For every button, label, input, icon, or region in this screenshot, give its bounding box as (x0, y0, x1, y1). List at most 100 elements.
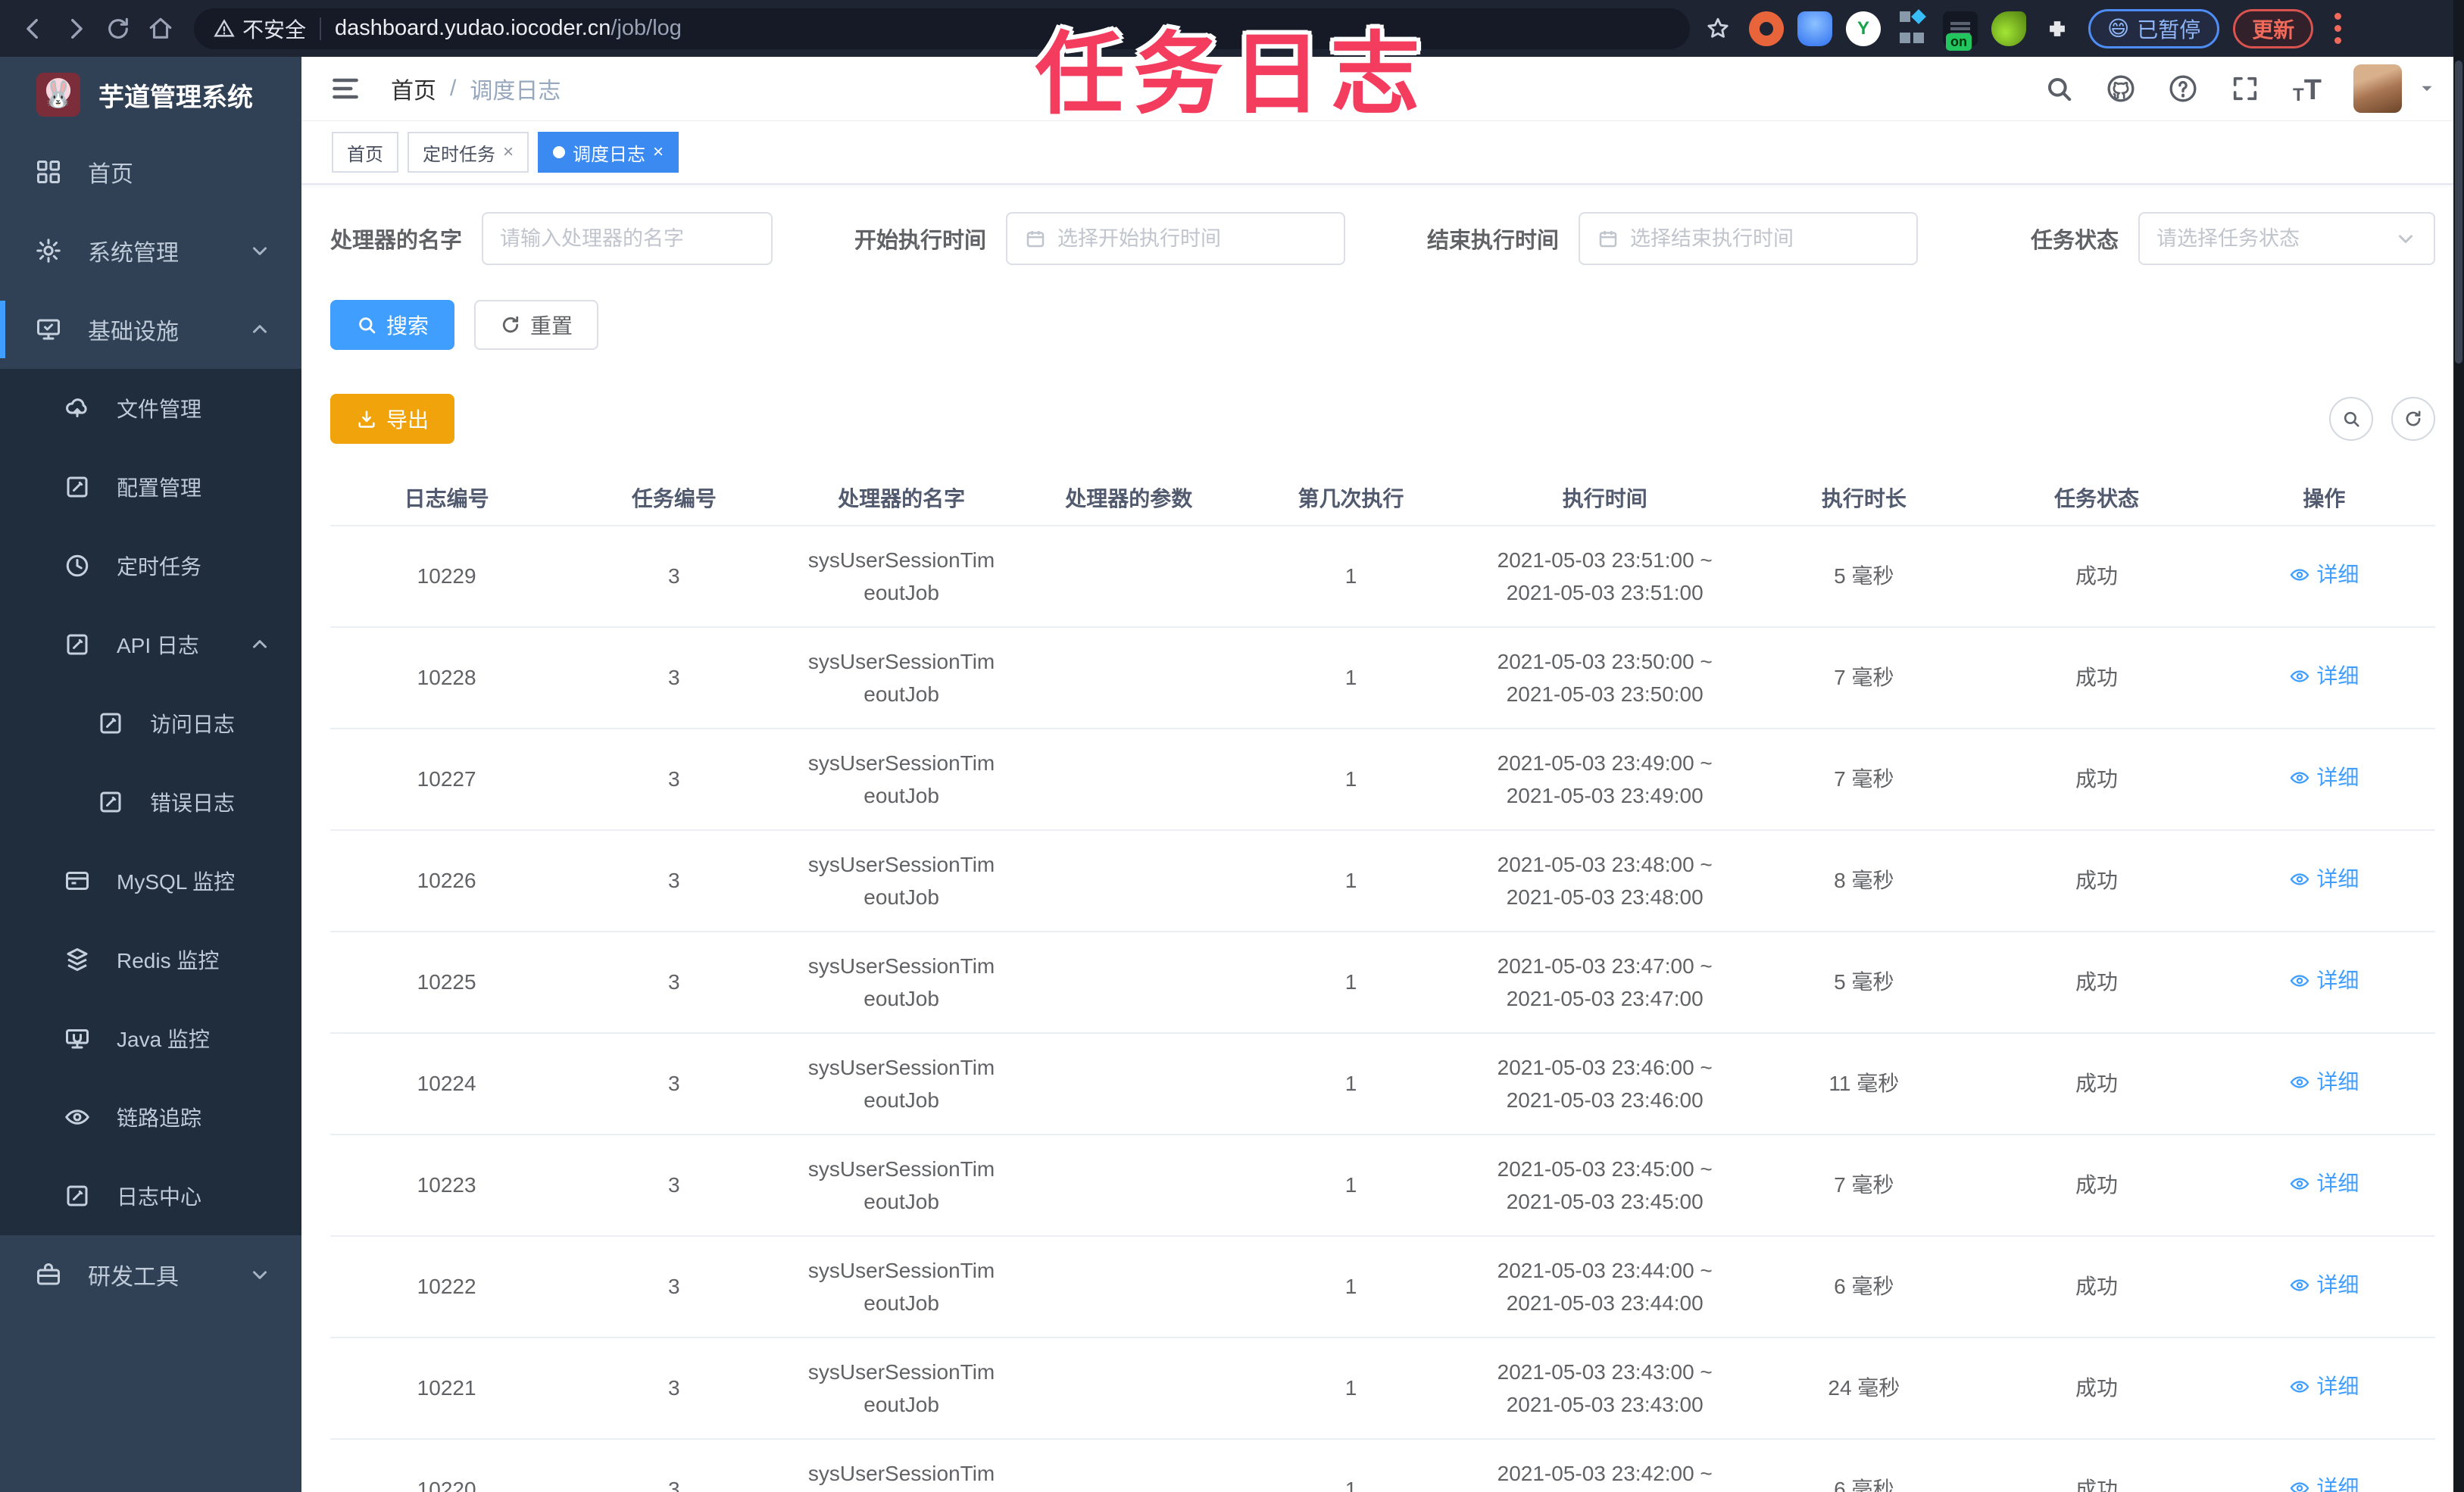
cell-param (1017, 1135, 1240, 1237)
extension-grid-icon[interactable] (1894, 8, 1929, 46)
browser-scrollbar[interactable] (2453, 0, 2464, 1492)
detail-link[interactable]: 详细 (2289, 1066, 2359, 1098)
sidebar-menu-item[interactable]: 访问日志 (0, 684, 301, 763)
cell-duration: 6 毫秒 (1747, 1439, 1981, 1492)
breadcrumb-home[interactable]: 首页 (391, 72, 436, 105)
scrollbar-thumb[interactable] (2455, 61, 2462, 364)
browser-back-button[interactable] (12, 8, 55, 50)
cell-exec-time: 2021-05-03 23:42:00 ~2021-05-03 23:42:00 (1462, 1439, 1748, 1492)
sidebar-menu-item[interactable]: 首页 (0, 133, 301, 211)
detail-link[interactable]: 详细 (2289, 1167, 2359, 1200)
refresh-table-button[interactable] (2391, 397, 2435, 441)
sidebar-menu-item[interactable]: 链路追踪 (0, 1078, 301, 1156)
address-bar[interactable]: 不安全 dashboard.yudao.iocoder.cn /job/log (194, 8, 1690, 49)
cell-log-id: 10224 (330, 1033, 564, 1135)
extension-adblock-icon[interactable] (1749, 11, 1784, 46)
extension-green-y-icon[interactable]: Y (1846, 11, 1881, 46)
bookmark-star-icon[interactable] (1700, 11, 1735, 46)
toggle-search-button[interactable] (2329, 397, 2373, 441)
browser-forward-button[interactable] (55, 8, 97, 50)
cell-exec-count: 1 (1239, 1337, 1463, 1440)
tab-3[interactable]: 调度日志 × (538, 132, 679, 173)
reset-button[interactable]: 重置 (474, 300, 599, 350)
filter-input[interactable] (2156, 226, 2384, 251)
calendar-icon (1597, 227, 1619, 250)
hamburger-menu-icon[interactable] (329, 72, 362, 105)
sidebar-menu-item[interactable]: 文件管理 (0, 369, 301, 448)
cell-action: 详细 (2213, 1236, 2435, 1338)
filter-field[interactable] (1006, 212, 1346, 265)
detail-link[interactable]: 详细 (2289, 761, 2359, 794)
detail-link[interactable]: 详细 (2289, 558, 2359, 591)
sidebar-menu-item[interactable]: MySQL 监控 (0, 841, 301, 920)
table-row: 10221 3 sysUserSessionTim eoutJob 1 2021-… (330, 1337, 2435, 1440)
sidebar-menu-item[interactable]: 日志中心 (0, 1156, 301, 1235)
cell-duration: 5 毫秒 (1747, 932, 1981, 1034)
cell-exec-count: 1 (1239, 729, 1463, 831)
detail-link[interactable]: 详细 (2289, 1472, 2359, 1492)
sidebar-menu-item[interactable]: 基础设施 (0, 290, 301, 369)
filter-input[interactable] (1057, 226, 1328, 251)
cell-job-id: 3 (563, 526, 785, 628)
cell-exec-time: 2021-05-03 23:47:00 ~2021-05-03 23:47:00 (1462, 932, 1748, 1034)
browser-menu-icon[interactable] (2327, 13, 2349, 44)
detail-link[interactable]: 详细 (2289, 964, 2359, 997)
detail-link[interactable]: 详细 (2289, 1269, 2359, 1301)
sidebar-menu-item[interactable]: 错误日志 (0, 763, 301, 841)
column-header: 处理器的名字 (785, 470, 1018, 526)
sidebar-menu-item[interactable]: Redis 监控 (0, 920, 301, 999)
profile-paused-badge[interactable]: 😄 已暂停 (2088, 8, 2220, 48)
sidebar-menu-item[interactable]: 系统管理 (0, 211, 301, 290)
filter-field[interactable] (2138, 212, 2435, 265)
cell-log-id: 10229 (330, 526, 564, 628)
extensions-puzzle-icon[interactable] (2040, 11, 2075, 46)
tab-2[interactable]: 定时任务 × (408, 132, 529, 173)
table-row: 10220 3 sysUserSessionTimeoutJob 1 2021-… (330, 1439, 2435, 1492)
search-button[interactable]: 搜索 (330, 300, 455, 350)
filter-input[interactable] (500, 226, 755, 251)
sidebar-menu-item[interactable]: 配置管理 (0, 448, 301, 526)
tab-close-icon[interactable]: × (503, 142, 514, 163)
fullscreen-icon[interactable] (2229, 73, 2261, 105)
cell-log-id: 10226 (330, 830, 564, 932)
sidebar-menu-item[interactable]: 定时任务 (0, 526, 301, 605)
extension-leaf-icon[interactable] (1991, 11, 2026, 46)
github-icon[interactable] (2105, 73, 2137, 105)
filter-field[interactable] (1579, 212, 1919, 265)
cell-status: 成功 (1980, 1135, 2213, 1237)
sidebar-menu-item[interactable]: Java 监控 (0, 999, 301, 1078)
caret-down-icon[interactable] (2417, 79, 2437, 98)
error-log-icon (97, 788, 124, 816)
not-secure-warning-icon (214, 18, 235, 39)
app-logo-row[interactable]: 🐰 芋道管理系统 (0, 57, 301, 133)
cell-exec-time: 2021-05-03 23:48:00 ~2021-05-03 23:48:00 (1462, 830, 1748, 932)
filter-input[interactable] (1630, 226, 1900, 251)
browser-home-button[interactable] (139, 8, 182, 50)
eye-icon (2289, 1072, 2310, 1093)
browser-update-button[interactable]: 更新 (2233, 8, 2314, 48)
cell-exec-count: 1 (1239, 932, 1463, 1034)
help-icon[interactable] (2167, 73, 2199, 105)
filter-label: 结束执行时间 (1427, 229, 1560, 253)
detail-link[interactable]: 详细 (2289, 1370, 2359, 1403)
export-button[interactable]: 导出 (330, 394, 455, 444)
cell-exec-time: 2021-05-03 23:50:00 ~2021-05-03 23:50:00 (1462, 627, 1748, 729)
extension-blue-lamp-icon[interactable] (1797, 11, 1832, 46)
cell-status: 成功 (1980, 627, 2213, 729)
font-size-icon[interactable]: TT (2291, 73, 2323, 105)
chevron-icon (248, 633, 271, 656)
header-search-icon[interactable] (2043, 73, 2075, 105)
sidebar-menu-item[interactable]: 研发工具 (0, 1235, 301, 1314)
filter-field[interactable] (482, 212, 773, 265)
user-avatar[interactable] (2353, 64, 2402, 113)
detail-link[interactable]: 详细 (2289, 660, 2359, 692)
tab-1[interactable]: 首页 (332, 132, 398, 173)
tab-close-icon[interactable]: × (653, 142, 664, 163)
detail-link[interactable]: 详细 (2289, 863, 2359, 895)
eye-icon (2289, 666, 2310, 687)
sidebar-menu-item[interactable]: API 日志 (0, 605, 301, 684)
extension-proxy-on-icon[interactable]: on (1943, 11, 1978, 51)
cell-duration: 5 毫秒 (1747, 526, 1981, 628)
cell-action: 详细 (2213, 1135, 2435, 1237)
browser-reload-button[interactable] (97, 8, 139, 50)
